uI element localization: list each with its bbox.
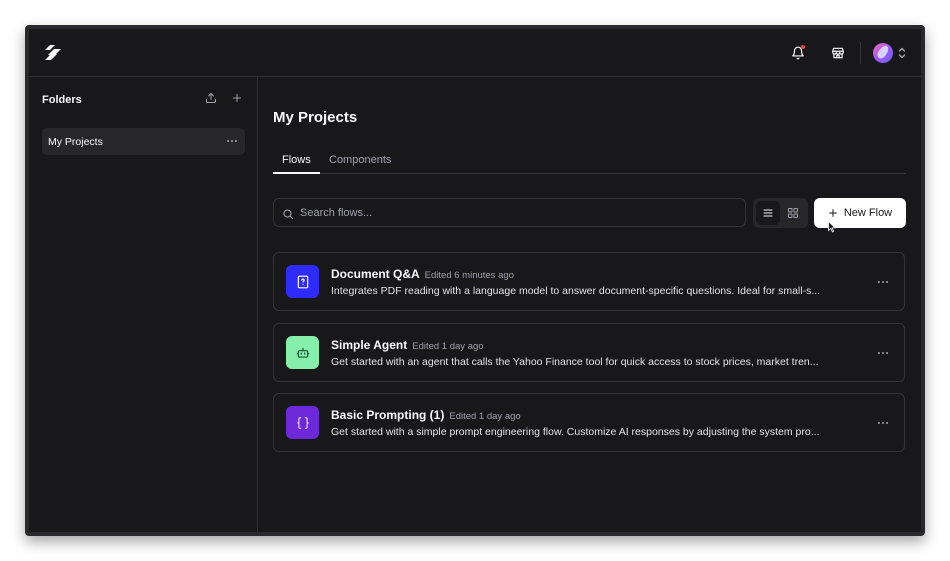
tab-bar: Flows Components	[273, 149, 906, 174]
new-flow-label: New Flow	[843, 207, 893, 219]
folder-actions	[203, 90, 245, 106]
langflow-logo-icon[interactable]	[43, 44, 63, 62]
braces-icon	[286, 406, 319, 439]
more-horizontal-icon[interactable]	[876, 346, 890, 360]
avatar[interactable]	[873, 43, 893, 63]
upload-icon[interactable]	[203, 90, 219, 106]
flow-title: Document Q&A	[331, 267, 420, 281]
mouse-cursor-icon	[828, 220, 837, 233]
more-horizontal-icon[interactable]	[876, 275, 890, 289]
flow-edited-time: Edited 6 minutes ago	[424, 270, 514, 281]
flow-title: Basic Prompting (1)	[331, 408, 445, 422]
bell-icon[interactable]	[786, 41, 810, 65]
folders-title: Folders	[42, 94, 82, 106]
flow-edited-time: Edited 1 day ago	[449, 411, 521, 422]
tab-components[interactable]: Components	[329, 154, 391, 166]
flow-edited-time: Edited 1 day ago	[412, 341, 484, 352]
plus-icon	[828, 208, 838, 218]
flow-description: Get started with an agent that calls the…	[331, 356, 819, 368]
main-content: My Projects Flows Components Search flow…	[273, 77, 906, 532]
flow-card[interactable]: Simple Agent Edited 1 day ago Get started…	[273, 323, 905, 382]
folder-item-my-projects[interactable]: My Projects	[42, 128, 245, 155]
file-question-icon	[286, 265, 319, 298]
header-actions	[786, 41, 907, 65]
plus-icon[interactable]	[229, 90, 245, 106]
top-bar	[29, 29, 921, 77]
flow-title-row: Simple Agent Edited 1 day ago	[331, 338, 484, 352]
search-input[interactable]	[300, 204, 730, 222]
bot-icon	[286, 336, 319, 369]
notification-dot	[801, 45, 805, 49]
header-divider	[860, 42, 861, 64]
flow-title: Simple Agent	[331, 338, 408, 352]
flow-card[interactable]: Basic Prompting (1) Edited 1 day ago Get …	[273, 393, 905, 452]
flow-title-row: Basic Prompting (1) Edited 1 day ago	[331, 408, 521, 422]
list-view-icon[interactable]	[756, 201, 780, 225]
active-tab-indicator	[273, 172, 320, 174]
search-box	[273, 198, 746, 227]
flow-description: Integrates PDF reading with a language m…	[331, 285, 821, 297]
folder-label: My Projects	[48, 136, 103, 148]
tab-flows[interactable]: Flows	[282, 154, 311, 166]
chevron-updown-icon[interactable]	[897, 46, 907, 60]
store-icon[interactable]	[826, 41, 850, 65]
flow-description: Get started with a simple prompt enginee…	[331, 426, 820, 438]
more-horizontal-icon[interactable]	[225, 134, 239, 148]
search-icon	[282, 207, 294, 220]
app-window: Folders My Projects My Projects Flows Co…	[25, 25, 925, 536]
flow-title-row: Document Q&A Edited 6 minutes ago	[331, 267, 514, 281]
flow-card[interactable]: Document Q&A Edited 6 minutes ago Integra…	[273, 252, 905, 311]
more-horizontal-icon[interactable]	[876, 416, 890, 430]
grid-view-icon[interactable]	[781, 201, 805, 225]
view-mode-toggle	[753, 198, 808, 228]
page-title: My Projects	[273, 109, 358, 126]
folders-sidebar: Folders My Projects	[29, 77, 258, 532]
